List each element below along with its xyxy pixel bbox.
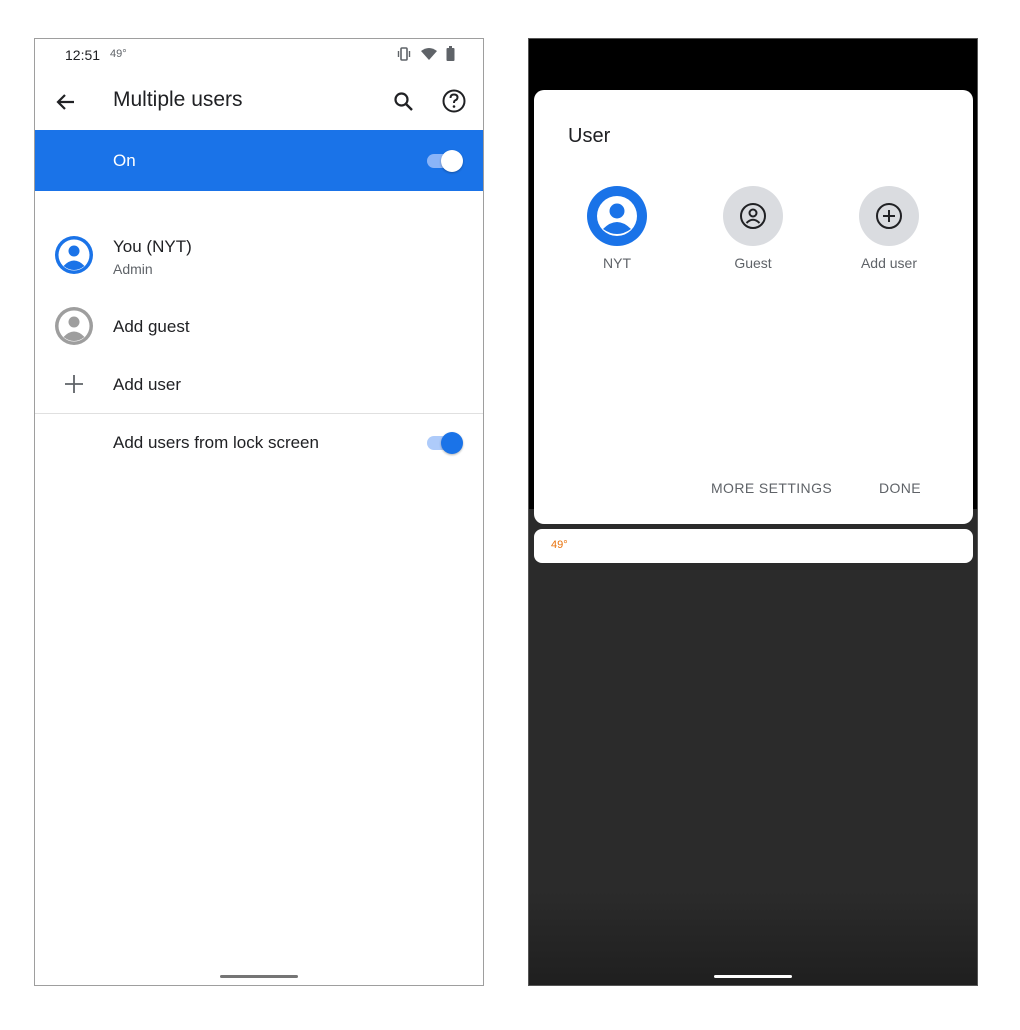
lock-screen-setting-label: Add users from lock screen: [113, 433, 319, 452]
status-bar: 12:51 49°: [35, 39, 483, 69]
gesture-nav-handle[interactable]: [714, 975, 792, 978]
help-icon[interactable]: [439, 86, 469, 116]
user-tile-label: Guest: [734, 255, 772, 271]
multiple-users-master-switch[interactable]: On: [35, 130, 483, 191]
dimmed-background: [529, 509, 977, 985]
notification-strip[interactable]: 49°: [534, 529, 973, 563]
guest-face-icon: [723, 186, 783, 246]
status-icons: [396, 46, 455, 66]
add-guest-row[interactable]: Add guest: [35, 299, 483, 353]
account-circle-icon: [55, 236, 93, 279]
lock-screen-setting-row[interactable]: Add users from lock screen: [35, 417, 483, 469]
more-settings-button[interactable]: MORE SETTINGS: [711, 480, 832, 496]
back-arrow-icon[interactable]: [51, 87, 81, 117]
account-circle-icon: [587, 186, 647, 246]
dialog-title: User: [568, 125, 611, 147]
add-circle-icon: [859, 186, 919, 246]
guest-avatar-icon: [55, 307, 93, 350]
battery-icon: [446, 46, 455, 66]
status-time: 12:51: [65, 47, 101, 63]
toggle-thumb: [441, 432, 463, 454]
user-name: You (NYT): [113, 237, 192, 256]
status-temperature: 49°: [110, 48, 127, 60]
user-tile-add-user[interactable]: Add user: [834, 186, 944, 271]
search-icon[interactable]: [389, 87, 419, 117]
done-button[interactable]: DONE: [879, 480, 921, 496]
user-tile-nyt[interactable]: NYT: [562, 186, 672, 271]
master-toggle[interactable]: [425, 149, 463, 173]
lock-screen-toggle[interactable]: [425, 431, 463, 455]
add-user-row[interactable]: Add user: [35, 359, 483, 411]
wifi-icon: [420, 47, 438, 66]
notification-temperature: 49°: [551, 539, 568, 551]
app-bar: Multiple users: [35, 77, 483, 129]
user-switcher-screen: User NYT Guest Add user MORE SETTINGS DO…: [528, 38, 978, 986]
plus-icon: [63, 373, 85, 400]
toggle-thumb: [441, 150, 463, 172]
user-tile-label: Add user: [860, 255, 918, 271]
master-switch-label: On: [113, 151, 136, 170]
user-row-you[interactable]: You (NYT) Admin: [35, 229, 483, 291]
page-title: Multiple users: [113, 88, 243, 111]
user-tile-guest[interactable]: Guest: [698, 186, 808, 271]
multiple-users-settings-screen: 12:51 49° Multiple users On You (NYT) Ad…: [34, 38, 484, 986]
user-role: Admin: [113, 261, 153, 277]
add-guest-label: Add guest: [113, 317, 190, 336]
user-switcher-dialog: User NYT Guest Add user MORE SETTINGS DO…: [534, 90, 973, 524]
user-tile-label: NYT: [603, 255, 631, 271]
section-divider: [35, 413, 483, 414]
add-user-label: Add user: [113, 375, 182, 394]
vibrate-icon: [396, 46, 412, 66]
gesture-nav-handle[interactable]: [220, 975, 298, 978]
